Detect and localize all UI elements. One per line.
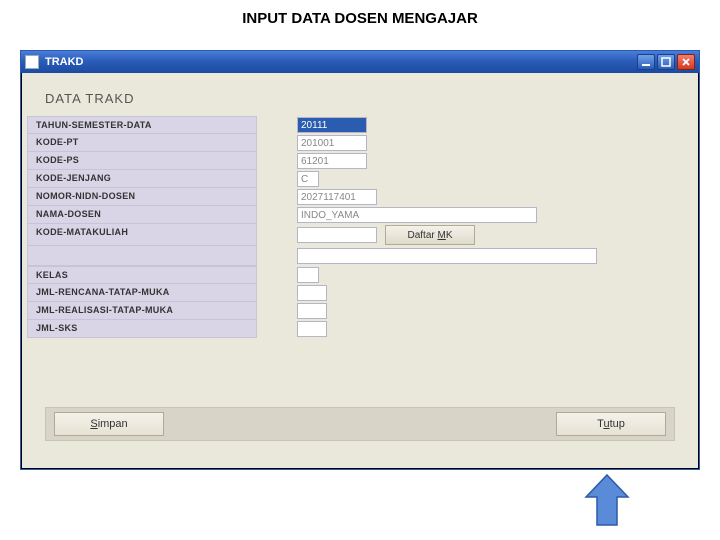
label-jml-rencana: JML-RENCANA-TATAP-MUKA (27, 284, 257, 302)
label-kode-jenjang: KODE-JENJANG (27, 170, 257, 188)
input-tahun-semester[interactable] (297, 117, 367, 133)
label-kelas: KELAS (27, 266, 257, 284)
label-jml-sks: JML-SKS (27, 320, 257, 338)
label-nomor-nidn: NOMOR-NIDN-DOSEN (27, 188, 257, 206)
close-button[interactable] (677, 54, 695, 70)
input-nomor-nidn[interactable] (297, 189, 377, 205)
window-client: DATA TRAKD TAHUN-SEMESTER-DATA KODE-PT K… (27, 79, 693, 463)
minimize-icon (641, 57, 651, 67)
app-window: TRAKD DATA TRAKD TAHUN-SEMESTER-DATA KOD… (20, 50, 700, 470)
label-kode-mk: KODE-MATAKULIAH (27, 224, 257, 246)
close-icon (681, 57, 691, 67)
label-kode-pt: KODE-PT (27, 134, 257, 152)
tutup-button[interactable]: Tutup (556, 412, 666, 436)
window-title: TRAKD (45, 56, 84, 68)
section-title: DATA TRAKD (27, 79, 693, 116)
label-gap (27, 246, 257, 266)
label-nama-dosen: NAMA-DOSEN (27, 206, 257, 224)
input-kode-ps[interactable] (297, 153, 367, 169)
input-kode-mk[interactable] (297, 227, 377, 243)
input-jml-realisasi[interactable] (297, 303, 327, 319)
daftar-mk-button[interactable]: Daftar MK (385, 225, 475, 245)
input-jml-sks[interactable] (297, 321, 327, 337)
label-kode-ps: KODE-PS (27, 152, 257, 170)
page-heading: INPUT DATA DOSEN MENGAJAR (0, 0, 720, 33)
titlebar: TRAKD (21, 51, 699, 73)
maximize-icon (661, 57, 671, 67)
input-nama-dosen[interactable] (297, 207, 537, 223)
app-icon (25, 55, 39, 69)
simpan-button[interactable]: Simpan (54, 412, 164, 436)
label-tahun-semester: TAHUN-SEMESTER-DATA (27, 116, 257, 134)
up-arrow-icon (584, 473, 630, 532)
form-area: TAHUN-SEMESTER-DATA KODE-PT KODE-PS KODE… (27, 116, 693, 338)
input-mk-desc[interactable] (297, 248, 597, 264)
label-jml-realisasi: JML-REALISASI-TATAP-MUKA (27, 302, 257, 320)
input-kode-jenjang[interactable] (297, 171, 319, 187)
input-kode-pt[interactable] (297, 135, 367, 151)
minimize-button[interactable] (637, 54, 655, 70)
input-kelas[interactable] (297, 267, 319, 283)
input-jml-rencana[interactable] (297, 285, 327, 301)
bottom-bar: Simpan Tutup (45, 407, 675, 441)
maximize-button[interactable] (657, 54, 675, 70)
